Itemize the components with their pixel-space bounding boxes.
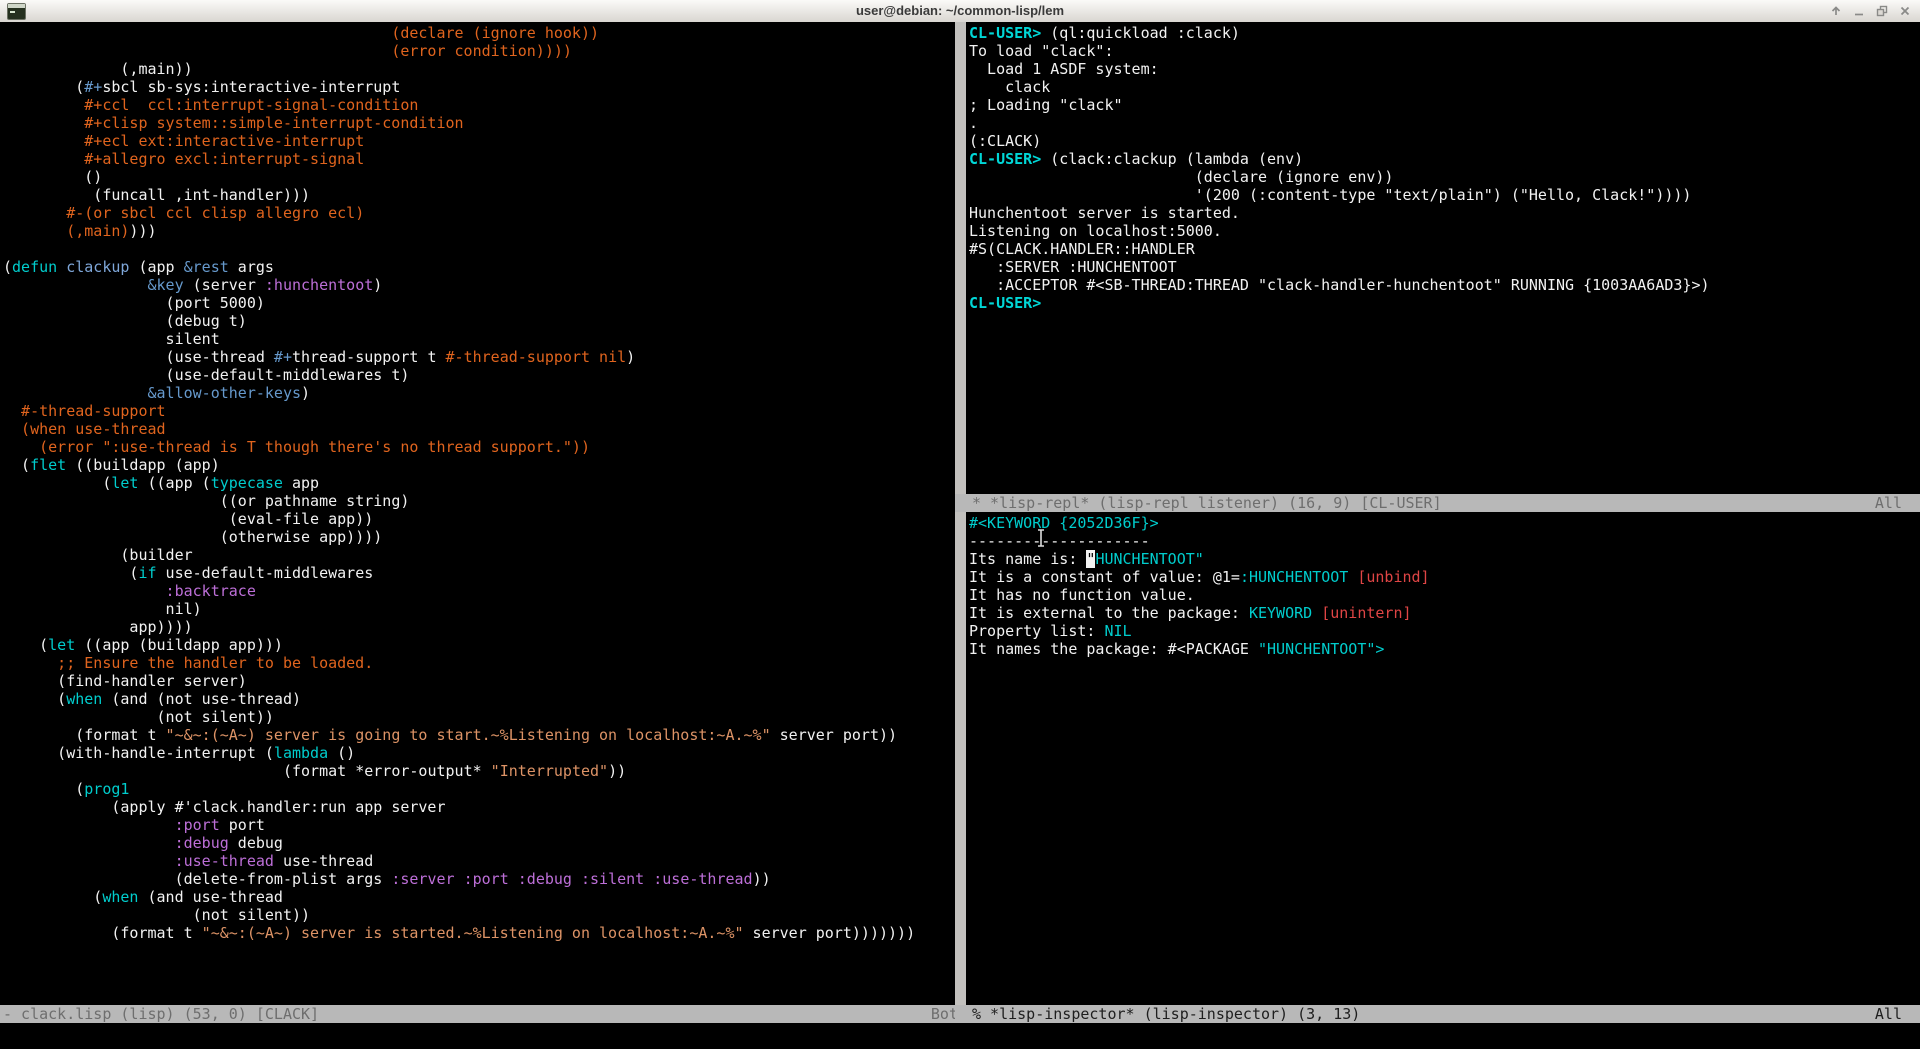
code-line: #+ccl ccl:interrupt-signal-condition	[3, 96, 958, 114]
code-line: #-(or sbcl ccl clisp allegro ecl)	[3, 204, 958, 222]
code-line: nil)	[3, 600, 958, 618]
code-line: Property list: NIL	[969, 622, 1920, 640]
code-line: (use-default-middlewares t)	[3, 366, 958, 384]
minimize-window-button[interactable]	[1852, 4, 1866, 18]
code-line: Its name is: "HUNCHENTOOT"	[969, 550, 1920, 568]
window-controls	[1829, 0, 1912, 22]
code-line: To load "clack":	[969, 42, 1920, 60]
repl-statusbar: * *lisp-repl* (lisp-repl listener) (16, …	[955, 494, 1920, 512]
code-line: (eval-file app))	[3, 510, 958, 528]
editor-statusbar: - clack.lisp (lisp) (53, 0) [CLACK] Bot	[0, 1005, 976, 1023]
code-line: #S(CLACK.HANDLER::HANDLER	[969, 240, 1920, 258]
code-line: #-thread-support	[3, 402, 958, 420]
editor-pane-clack-lisp[interactable]: (declare (ignore hook))(error condition)…	[0, 22, 958, 1007]
mouse-text-cursor	[1036, 529, 1046, 551]
shade-window-button[interactable]	[1829, 4, 1843, 18]
code-line: #<KEYWORD {2052D36F}>	[969, 514, 1920, 532]
code-line: (defun clackup (app &rest args	[3, 258, 958, 276]
code-line: CL-USER> (ql:quickload :clack)	[969, 24, 1920, 42]
code-line: (not silent))	[3, 906, 958, 924]
inspector-statusbar: % *lisp-inspector* (lisp-inspector) (3, …	[955, 1005, 1920, 1023]
code-line: (find-handler server)	[3, 672, 958, 690]
inspector-statusbar-text: % *lisp-inspector* (lisp-inspector) (3, …	[972, 1005, 1360, 1023]
code-line: It is external to the package: KEYWORD […	[969, 604, 1920, 622]
code-line: (,main))	[3, 60, 958, 78]
code-line: (debug t)	[3, 312, 958, 330]
lisp-inspector-pane[interactable]: #<KEYWORD {2052D36F}>-------------------…	[966, 512, 1920, 1007]
code-line: (when (and (not use-thread)	[3, 690, 958, 708]
repl-scroll-indicator: All	[1875, 494, 1902, 512]
inspector-scroll-indicator: All	[1875, 1005, 1902, 1023]
code-line: &allow-other-keys)	[3, 384, 958, 402]
code-line: (declare (ignore hook))	[3, 24, 958, 42]
code-line: (port 5000)	[3, 294, 958, 312]
code-line: (prog1	[3, 780, 958, 798]
code-line: silent	[3, 330, 958, 348]
code-line: (otherwise app))))	[3, 528, 958, 546]
code-line: :port port	[3, 816, 958, 834]
code-line: (not silent))	[3, 708, 958, 726]
code-line: (delete-from-plist args :server :port :d…	[3, 870, 958, 888]
code-line	[3, 240, 958, 258]
code-line: CL-USER>	[969, 294, 1920, 312]
editor-statusbar-text: - clack.lisp (lisp) (53, 0) [CLACK]	[3, 1005, 319, 1023]
code-line: Load 1 ASDF system:	[969, 60, 1920, 78]
code-line: (builder	[3, 546, 958, 564]
code-line: #+clisp system::simple-interrupt-conditi…	[3, 114, 958, 132]
code-line: ; Loading "clack"	[969, 96, 1920, 114]
code-line: (:CLACK)	[969, 132, 1920, 150]
echo-area[interactable]	[0, 1023, 1920, 1049]
lisp-repl-pane[interactable]: CL-USER> (ql:quickload :clack)To load "c…	[966, 22, 1920, 496]
code-line: (,main))))	[3, 222, 958, 240]
editor-scroll-indicator: Bot	[931, 1005, 958, 1023]
code-line: :SERVER :HUNCHENTOOT	[969, 258, 1920, 276]
code-line: :ACCEPTOR #<SB-THREAD:THREAD "clack-hand…	[969, 276, 1920, 294]
window-title: user@debian: ~/common-lisp/lem	[0, 0, 1920, 22]
code-line: (let ((app (typecase app	[3, 474, 958, 492]
code-line: It is a constant of value: @1=:HUNCHENTO…	[969, 568, 1920, 586]
code-line: --------------------	[969, 532, 1920, 550]
close-window-button[interactable]	[1898, 4, 1912, 18]
code-line: :use-thread use-thread	[3, 852, 958, 870]
code-line: (funcall ,int-handler)))	[3, 186, 958, 204]
code-line: app))))	[3, 618, 958, 636]
code-line: '(200 (:content-type "text/plain") ("Hel…	[969, 186, 1920, 204]
lem-terminal-window: { "window": { "title": "user@debian: ~/c…	[0, 0, 1920, 1049]
maximize-window-button[interactable]	[1875, 4, 1889, 18]
code-line: (if use-default-middlewares	[3, 564, 958, 582]
code-line: &key (server :hunchentoot)	[3, 276, 958, 294]
code-line: (#+sbcl sb-sys:interactive-interrupt	[3, 78, 958, 96]
code-line: (apply #'clack.handler:run app server	[3, 798, 958, 816]
code-line: (format t "~&~:(~A~) server is going to …	[3, 726, 958, 744]
code-line: #+ecl ext:interactive-interrupt	[3, 132, 958, 150]
code-line: (error ":use-thread is T though there's …	[3, 438, 958, 456]
code-line: CL-USER> (clack:clackup (lambda (env)	[969, 150, 1920, 168]
code-line: clack	[969, 78, 1920, 96]
code-line: (let ((app (buildapp app)))	[3, 636, 958, 654]
code-line: (format *error-output* "Interrupted"))	[3, 762, 958, 780]
code-line: It has no function value.	[969, 586, 1920, 604]
code-line: ((or pathname string)	[3, 492, 958, 510]
code-line: Listening on localhost:5000.	[969, 222, 1920, 240]
code-line: ;; Ensure the handler to be loaded.	[3, 654, 958, 672]
code-line: It names the package: #<PACKAGE "HUNCHEN…	[969, 640, 1920, 658]
code-line: (format t "~&~:(~A~) server is started.~…	[3, 924, 958, 942]
code-line: (with-handle-interrupt (lambda ()	[3, 744, 958, 762]
code-line: ()	[3, 168, 958, 186]
repl-statusbar-text: * *lisp-repl* (lisp-repl listener) (16, …	[972, 494, 1442, 512]
code-line: (error condition))))	[3, 42, 958, 60]
code-line: :backtrace	[3, 582, 958, 600]
code-line: (when (and use-thread	[3, 888, 958, 906]
code-line: .	[969, 114, 1920, 132]
code-line: #+allegro excl:interrupt-signal	[3, 150, 958, 168]
code-line: (when use-thread	[3, 420, 958, 438]
code-line: (flet ((buildapp (app)	[3, 456, 958, 474]
window-titlebar: user@debian: ~/common-lisp/lem	[0, 0, 1920, 23]
code-line: :debug debug	[3, 834, 958, 852]
code-line: (declare (ignore env))	[969, 168, 1920, 186]
code-line: (use-thread #+thread-support t #-thread-…	[3, 348, 958, 366]
code-line: Hunchentoot server is started.	[969, 204, 1920, 222]
